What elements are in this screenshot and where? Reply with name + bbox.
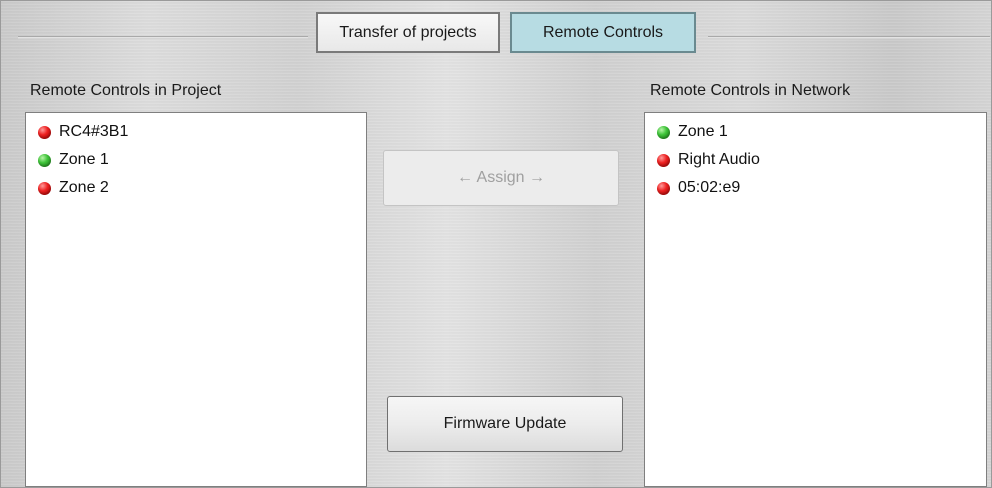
- tab-divider-left: [18, 36, 308, 39]
- network-panel-title: Remote Controls in Network: [650, 82, 851, 99]
- list-item[interactable]: Right Audio: [645, 146, 986, 174]
- project-panel-title: Remote Controls in Project: [30, 82, 222, 99]
- assign-button[interactable]: ← Assign →: [383, 150, 619, 206]
- tab-divider-right: [708, 36, 990, 39]
- firmware-update-button[interactable]: Firmware Update: [387, 396, 623, 452]
- status-red-icon: [657, 181, 670, 195]
- tab-remote-controls[interactable]: Remote Controls: [510, 12, 696, 53]
- list-item-label: 05:02:e9: [678, 179, 741, 196]
- status-red-icon: [657, 153, 670, 167]
- list-item[interactable]: Zone 1: [645, 118, 986, 146]
- list-item-label: Zone 1: [59, 151, 109, 168]
- list-item-label: Zone 1: [678, 123, 728, 140]
- status-red-icon: [38, 125, 51, 139]
- list-item-label: RC4#3B1: [59, 123, 129, 140]
- list-item-label: Right Audio: [678, 151, 760, 168]
- list-item-label: Zone 2: [59, 179, 109, 196]
- list-item[interactable]: Zone 1: [26, 146, 366, 174]
- list-item[interactable]: RC4#3B1: [26, 118, 366, 146]
- tab-transfer-of-projects[interactable]: Transfer of projects: [316, 12, 500, 53]
- list-item[interactable]: 05:02:e9: [645, 174, 986, 202]
- list-item[interactable]: Zone 2: [26, 174, 366, 202]
- project-remote-controls-list[interactable]: RC4#3B1 Zone 1 Zone 2: [25, 112, 367, 487]
- status-green-icon: [38, 153, 51, 167]
- network-remote-controls-list[interactable]: Zone 1 Right Audio 05:02:e9: [644, 112, 987, 487]
- status-green-icon: [657, 125, 670, 139]
- status-red-icon: [38, 181, 51, 195]
